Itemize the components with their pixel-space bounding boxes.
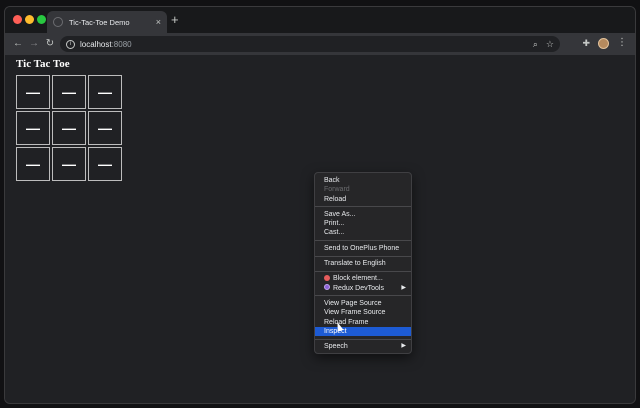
menu-item-view-page-source[interactable]: View Page Source [315,299,411,308]
menu-item-redux-devtools[interactable]: Redux DevTools ▶ [315,284,411,293]
tab-title: Tic-Tac-Toe Demo [69,17,130,27]
menu-item-inspect[interactable]: Inspect [315,326,411,337]
menu-item-print[interactable]: Print... [315,219,411,228]
board-cell-8[interactable]: — [52,147,86,181]
forward-button[interactable]: → [26,36,42,52]
menu-item-reload-frame[interactable]: Reload Frame [315,318,411,327]
menu-separator [315,240,411,242]
menu-item-label: Block element... [333,275,383,283]
menu-item-send-to-phone[interactable]: Send to OnePlus Phone [315,244,411,253]
board-cell-3[interactable]: — [88,75,122,109]
browser-toolbar: ← → ↻ i localhost :8080 ⌕ ☆ ✚ ⋮ [5,33,635,55]
board-cell-5[interactable]: — [52,111,86,145]
minimize-window-button[interactable] [25,15,34,24]
tab-tic-tac-toe[interactable]: Tic-Tac-Toe Demo × [47,11,167,33]
menu-item-speech[interactable]: Speech ▶ [315,342,411,351]
menu-item-label: Speech [324,343,348,351]
block-element-icon [324,274,330,281]
back-button[interactable]: ← [10,36,26,52]
favicon-icon [53,17,63,27]
menu-item-save-as[interactable]: Save As... [315,210,411,219]
bookmark-star-icon[interactable]: ☆ [546,38,554,50]
game-board: — — — — — — — — — [16,75,122,181]
url-host: localhost [80,39,112,49]
menu-item-view-frame-source[interactable]: View Frame Source [315,308,411,317]
url-port: :8080 [111,39,132,49]
reload-button[interactable]: ↻ [42,36,58,52]
browser-menu-icon[interactable]: ⋮ [617,37,627,49]
menu-item-forward: Forward [324,186,350,194]
submenu-arrow-icon: ▶ [401,284,406,291]
zoom-icon[interactable]: ⌕ [533,38,538,50]
close-window-button[interactable] [13,15,22,24]
new-tab-button[interactable]: + [171,13,179,27]
redux-devtools-icon [324,284,330,291]
board-cell-9[interactable]: — [88,147,122,181]
address-bar[interactable]: i localhost :8080 ⌕ ☆ [60,36,560,52]
maximize-window-button[interactable] [37,15,46,24]
menu-item-translate[interactable]: Translate to English [315,259,411,268]
menu-separator [315,270,411,272]
close-tab-icon[interactable]: × [156,17,161,27]
board-cell-7[interactable]: — [16,147,50,181]
submenu-arrow-icon: ▶ [401,343,406,350]
board-cell-1[interactable]: — [16,75,50,109]
page-title: Tic Tac Toe [16,58,70,70]
menu-item-back[interactable]: Back [315,176,411,185]
board-cell-2[interactable]: — [52,75,86,109]
menu-separator [315,295,411,297]
board-cell-4[interactable]: — [16,111,50,145]
site-info-icon[interactable]: i [66,39,75,49]
menu-item-reload[interactable]: Reload [315,195,411,204]
profile-avatar[interactable] [598,37,609,49]
menu-separator [315,255,411,257]
browser-window: Tic-Tac-Toe Demo × + ← → ↻ i localhost :… [4,6,636,404]
menu-item-block-element[interactable]: Block element... [315,274,411,283]
menu-separator [315,338,411,340]
menu-item-cast[interactable]: Cast... [315,228,411,237]
board-cell-6[interactable]: — [88,111,122,145]
page-viewport: Tic Tac Toe — — — — — — — — — Back Forwa… [5,55,635,403]
context-menu: Back Forward Reload Save As... Print... … [314,172,412,354]
tab-strip: Tic-Tac-Toe Demo × + [5,7,635,33]
menu-item-label: Redux DevTools [333,284,384,292]
extensions-puzzle-icon[interactable]: ✚ [582,38,590,49]
menu-separator [315,206,411,208]
